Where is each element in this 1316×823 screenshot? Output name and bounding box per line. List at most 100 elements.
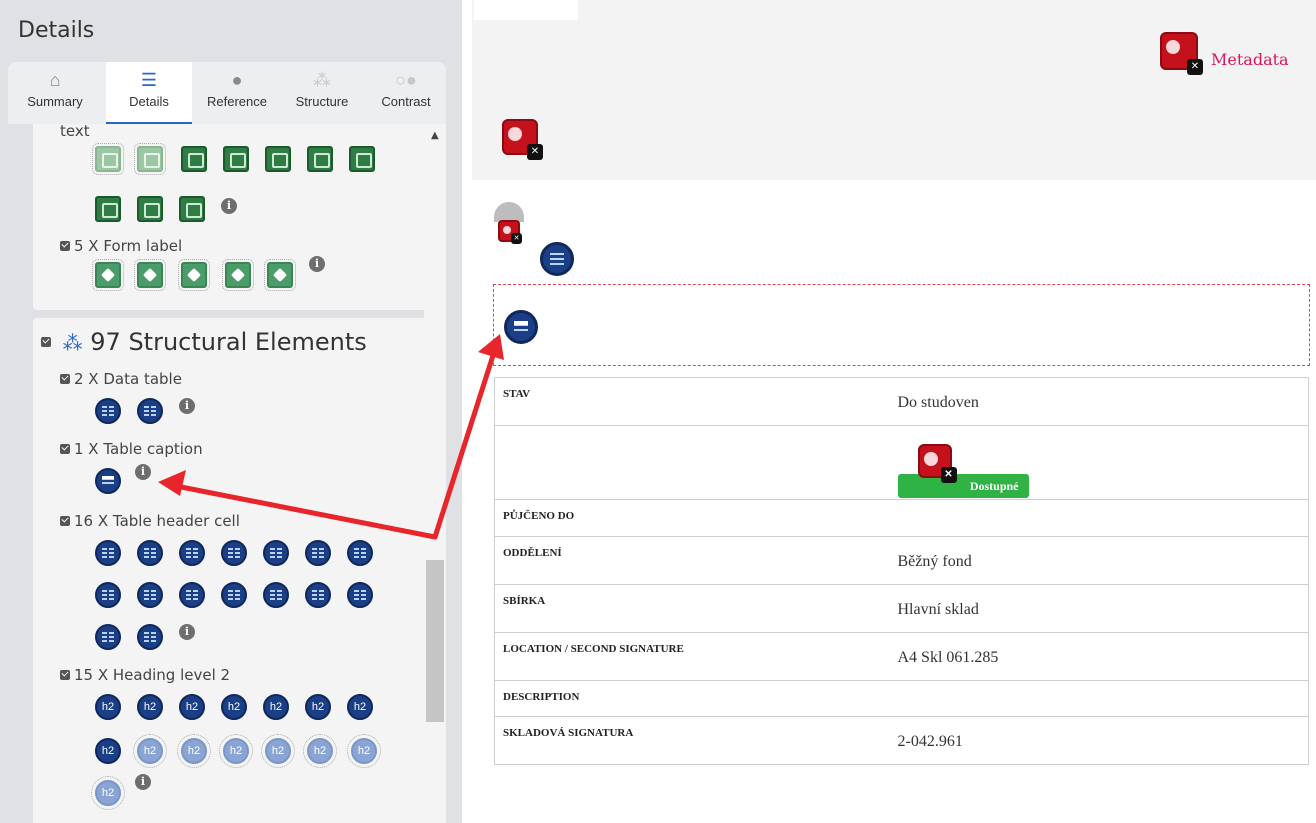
- linked-image-alt-icon[interactable]: [95, 196, 121, 222]
- h2-icon[interactable]: h2: [221, 694, 247, 720]
- table-row: ODDĚLENÍ Běžný fond: [494, 536, 1309, 585]
- tab-reference[interactable]: ● Reference: [194, 62, 280, 124]
- table-header-cell-icon[interactable]: [305, 582, 331, 608]
- h2-icon[interactable]: h2: [95, 738, 121, 764]
- scrollbar-thumb[interactable]: [426, 560, 444, 722]
- category-heading-level-2[interactable]: 15 X Heading level 2: [60, 666, 230, 684]
- h2-icon[interactable]: h2: [219, 734, 253, 768]
- table-header-cell-icon[interactable]: [179, 540, 205, 566]
- alt-text-icons-row2: i: [95, 196, 435, 226]
- row-value: 2-042.961: [889, 716, 1309, 765]
- wave-details-panel: Details ⌂ Summary ☰ Details ● Reference …: [0, 0, 462, 823]
- h2-icon[interactable]: h2: [305, 694, 331, 720]
- linked-image-alt-icon[interactable]: [137, 196, 163, 222]
- checkbox-icon[interactable]: [60, 240, 70, 251]
- h2-icon[interactable]: h2: [95, 694, 121, 720]
- form-label-icon[interactable]: [92, 259, 124, 291]
- gray-dome-icon: [494, 202, 524, 222]
- table-header-cell-icon[interactable]: [347, 540, 373, 566]
- data-table-icon[interactable]: [137, 398, 163, 424]
- category-table-header-cell[interactable]: 16 X Table header cell: [60, 512, 240, 530]
- h2-icons-row3: h2 i: [91, 774, 435, 810]
- form-label-icon[interactable]: [222, 259, 254, 291]
- checkbox-icon[interactable]: [60, 443, 70, 454]
- table-header-cell-icon[interactable]: [137, 624, 163, 650]
- table-caption-icon[interactable]: [504, 310, 538, 344]
- wave-error-icon[interactable]: [1160, 32, 1203, 75]
- h2-icon[interactable]: h2: [137, 694, 163, 720]
- wave-error-icon[interactable]: [502, 119, 543, 160]
- data-table-icon[interactable]: [540, 242, 574, 276]
- info-icon[interactable]: i: [179, 624, 195, 640]
- linked-image-alt-icon[interactable]: [179, 196, 205, 222]
- panel-tabs: ⌂ Summary ☰ Details ● Reference ⁂ Struct…: [8, 62, 446, 124]
- tab-summary[interactable]: ⌂ Summary: [8, 62, 102, 124]
- tab-details[interactable]: ☰ Details: [106, 62, 192, 124]
- tab-contrast[interactable]: ○● Contrast: [366, 62, 446, 124]
- structural-elements-heading[interactable]: ⁂ 97 Structural Elements: [41, 328, 367, 356]
- row-header: SBÍRKA: [494, 584, 890, 633]
- info-icon[interactable]: i: [309, 256, 325, 272]
- linked-image-alt-icon[interactable]: [265, 146, 291, 172]
- linked-image-alt-icon[interactable]: [349, 146, 375, 172]
- h2-icon[interactable]: h2: [261, 734, 295, 768]
- h2-icon[interactable]: h2: [91, 776, 125, 810]
- form-label-icon[interactable]: [134, 259, 166, 291]
- info-icon: ●: [231, 70, 243, 90]
- checkbox-icon[interactable]: [60, 669, 70, 680]
- availability-cell: Dostupné: [889, 425, 1309, 500]
- form-label-icon[interactable]: [264, 259, 296, 291]
- data-table-icons: i: [95, 398, 295, 428]
- table-header-cell-icon[interactable]: [221, 540, 247, 566]
- checkbox-icon[interactable]: [60, 515, 70, 526]
- tab-structure[interactable]: ⁂ Structure: [282, 62, 362, 124]
- alt-text-icons: [92, 143, 435, 176]
- table-caption-icon[interactable]: [95, 468, 121, 494]
- h2-icon[interactable]: h2: [347, 734, 381, 768]
- table-header-cell-icon[interactable]: [137, 582, 163, 608]
- category-label-text: text: [60, 124, 90, 140]
- category-data-table[interactable]: 2 X Data table: [60, 370, 182, 388]
- category-table-caption[interactable]: 1 X Table caption: [60, 440, 203, 458]
- table-header-cell-icon[interactable]: [95, 582, 121, 608]
- table-header-cell-icon[interactable]: [263, 582, 289, 608]
- linked-image-alt-icon[interactable]: [181, 146, 207, 172]
- h2-icon[interactable]: h2: [133, 734, 167, 768]
- wave-error-icon[interactable]: [917, 444, 957, 483]
- table-header-cell-icon[interactable]: [137, 540, 163, 566]
- availability-badge: Dostupné: [897, 444, 1029, 498]
- linked-image-alt-icon[interactable]: [307, 146, 333, 172]
- info-icon[interactable]: i: [179, 398, 195, 414]
- table-header-cell-icon[interactable]: [347, 582, 373, 608]
- linked-image-alt-icon[interactable]: [223, 146, 249, 172]
- checkbox-icon[interactable]: [41, 337, 51, 347]
- h2-icon[interactable]: h2: [179, 694, 205, 720]
- info-icon[interactable]: i: [135, 464, 151, 480]
- table-header-cell-icon[interactable]: [221, 582, 247, 608]
- info-icon[interactable]: i: [135, 774, 151, 790]
- page-top-tab: [474, 0, 578, 20]
- h2-icon[interactable]: h2: [177, 734, 211, 768]
- category-form-label[interactable]: 5 X Form label: [60, 237, 182, 255]
- row-header: PŮJČENO DO: [494, 499, 890, 537]
- table-header-cell-icon[interactable]: [179, 582, 205, 608]
- table-header-cell-icon[interactable]: [305, 540, 331, 566]
- scroll-up-arrow-icon[interactable]: ▲: [431, 130, 439, 141]
- table-header-cell-icon[interactable]: [263, 540, 289, 566]
- list-icon: ☰: [140, 70, 158, 90]
- checkbox-icon[interactable]: [60, 373, 70, 384]
- h2-icon[interactable]: h2: [263, 694, 289, 720]
- metadata-link[interactable]: Metadata: [1211, 50, 1289, 69]
- data-table-icon[interactable]: [95, 398, 121, 424]
- wave-error-icon[interactable]: [498, 220, 522, 244]
- form-label-icon[interactable]: [178, 259, 210, 291]
- linked-image-alt-icon[interactable]: [92, 143, 124, 175]
- info-icon[interactable]: i: [221, 198, 237, 214]
- table-header-cell-icon[interactable]: [95, 540, 121, 566]
- contrast-icon: ○●: [395, 70, 417, 90]
- table-row: LOCATION / SECOND SIGNATURE A4 Skl 061.2…: [494, 632, 1309, 681]
- h2-icon[interactable]: h2: [347, 694, 373, 720]
- linked-image-alt-icon[interactable]: [134, 143, 166, 175]
- h2-icon[interactable]: h2: [303, 734, 337, 768]
- table-header-cell-icon[interactable]: [95, 624, 121, 650]
